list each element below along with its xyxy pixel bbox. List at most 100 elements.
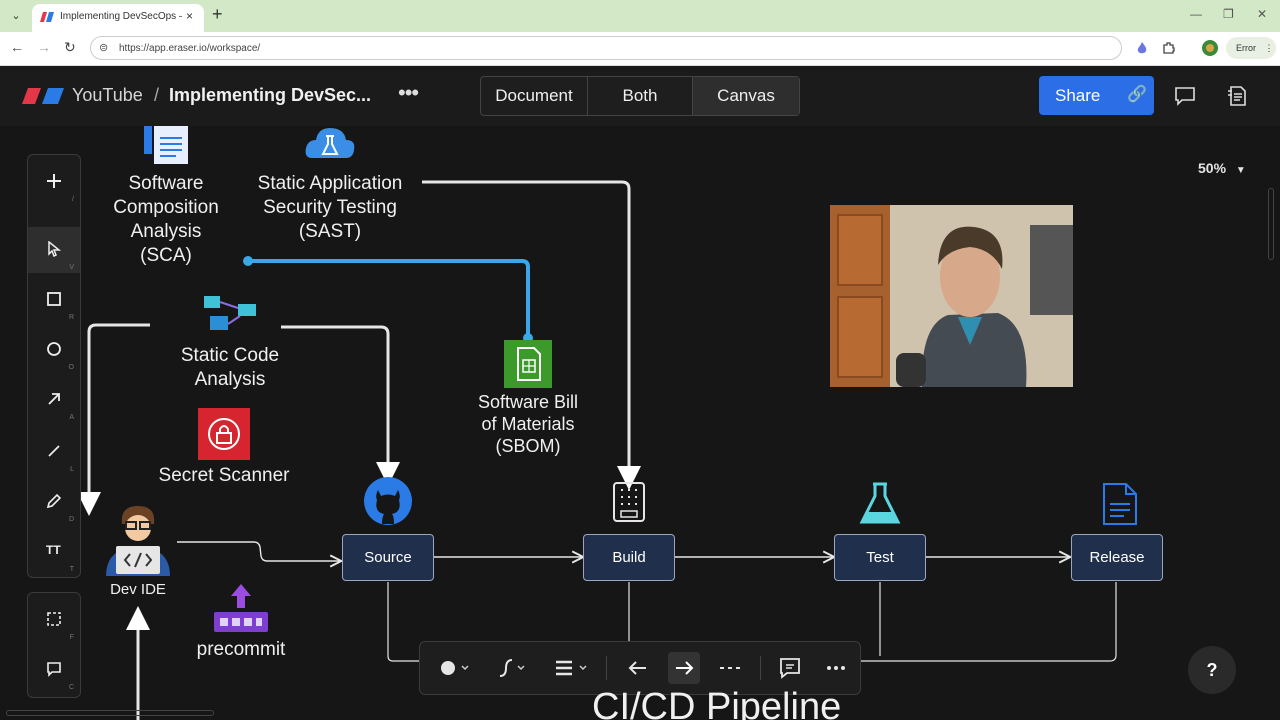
line-icon — [48, 445, 60, 457]
left-toolbar-secondary: F C — [27, 592, 81, 698]
zoom-value: 50% — [1198, 160, 1227, 176]
sast-label-line: Security Testing — [263, 197, 397, 218]
test-node[interactable]: Test — [834, 534, 926, 581]
pencil-tool[interactable]: D — [28, 479, 80, 525]
sbom-label-line: (SBOM) — [495, 436, 561, 456]
tool-shortcut: C — [68, 684, 74, 691]
help-button[interactable]: ? — [1188, 646, 1236, 694]
arrow-tool[interactable]: A — [28, 377, 80, 423]
add-comment-icon[interactable] — [778, 656, 802, 680]
browser-error-badge[interactable]: Error ⋮ — [1226, 37, 1276, 59]
horizontal-scrollbar[interactable] — [6, 710, 214, 716]
frame-tool[interactable]: F — [28, 597, 80, 643]
circle-icon — [47, 342, 61, 356]
window-close-icon[interactable]: ✕ — [1257, 7, 1267, 21]
text-tool[interactable]: TT T — [28, 529, 80, 575]
arrow-start-icon[interactable] — [626, 656, 650, 680]
forward-icon[interactable]: → — [37, 39, 51, 55]
pointer-icon — [48, 241, 62, 257]
connector-handle-start — [243, 256, 253, 266]
more-options-button[interactable]: ••• — [398, 80, 419, 106]
test-flask-icon — [859, 482, 901, 524]
zoom-level[interactable]: 50% ▼ — [1198, 160, 1246, 176]
browser-toolbar: ← → ↻ ⊜ https://app.eraser.io/workspace/… — [0, 32, 1280, 66]
browser-tab[interactable]: Implementing DevSecOps — E × — [32, 4, 204, 32]
reload-icon[interactable]: ↻ — [64, 39, 76, 56]
view-canvas-button[interactable]: Canvas — [693, 77, 799, 115]
site-info-icon[interactable]: ⊜ — [99, 41, 108, 54]
pencil-icon — [46, 493, 62, 509]
static-code-label: Static Code Analysis — [160, 344, 300, 392]
github-icon — [364, 477, 412, 525]
arrow-icon — [48, 393, 60, 405]
eraser-logo-icon[interactable] — [22, 88, 64, 104]
arrow-end-button[interactable] — [668, 652, 700, 684]
build-server-icon — [613, 482, 645, 522]
comment-icon — [47, 662, 61, 677]
extensions-puzzle-icon[interactable] — [1162, 41, 1176, 55]
sca-label-line: Analysis — [130, 221, 202, 242]
rectangle-tool[interactable]: R — [28, 277, 80, 323]
sast-label-line: Static Application — [257, 173, 403, 194]
sbom-document-icon — [504, 340, 552, 388]
profile-avatar-icon[interactable] — [1201, 39, 1219, 57]
address-bar[interactable]: ⊜ https://app.eraser.io/workspace/ — [90, 36, 1122, 60]
document-outline-icon[interactable] — [1226, 84, 1250, 108]
sbom-label-line: Software Bill — [477, 392, 579, 412]
connector-shape-icon[interactable] — [496, 656, 528, 680]
release-document-icon — [1103, 483, 1137, 525]
vertical-scrollbar[interactable] — [1268, 188, 1274, 260]
tab-title: Implementing DevSecOps — E — [60, 11, 182, 22]
arrow-end-icon — [676, 661, 694, 675]
comments-icon[interactable] — [1173, 84, 1197, 108]
tab-search-chevron-icon[interactable]: ⌄ — [6, 6, 26, 26]
static-code-label-line: Analysis — [194, 369, 266, 390]
add-tool[interactable]: / — [28, 159, 80, 205]
browser-tab-bar: ⌄ Implementing DevSecOps — E × + — ❐ ✕ — [0, 0, 1280, 32]
more-horizontal-icon[interactable] — [824, 656, 848, 680]
toolbar-divider — [606, 656, 607, 680]
code-analysis-blocks-icon — [204, 296, 256, 330]
ide-to-source-connector — [177, 541, 340, 561]
line-weight-icon[interactable] — [554, 656, 590, 680]
comment-tool[interactable]: C — [28, 647, 80, 693]
ellipse-tool[interactable]: O — [28, 327, 80, 373]
kebab-menu-icon[interactable]: ⋮ — [1265, 43, 1274, 53]
extension-flame-icon[interactable] — [1136, 41, 1148, 55]
static-code-label-line: Static Code — [180, 345, 280, 366]
copy-link-icon[interactable]: 🔗 — [1127, 84, 1147, 104]
diagram-canvas[interactable]: / V R O A L D TT T F C 50% ▼ Software Co… — [0, 126, 1280, 720]
pipeline-title: CI/CD Pipeline — [592, 686, 842, 720]
document-stack-icon — [144, 126, 188, 164]
view-document-button[interactable]: Document — [481, 77, 588, 115]
rectangle-icon — [47, 292, 61, 306]
color-picker-icon[interactable] — [440, 656, 472, 680]
document-title[interactable]: Implementing DevSec... — [169, 85, 371, 106]
view-both-button[interactable]: Both — [588, 77, 693, 115]
view-toggle: Document Both Canvas — [480, 76, 800, 116]
dev-ide-label: Dev IDE — [110, 581, 166, 598]
share-label: Share — [1055, 86, 1101, 105]
new-tab-button[interactable]: + — [212, 4, 223, 25]
back-icon[interactable]: ← — [10, 39, 24, 55]
app-header: YouTube / Implementing DevSec... ••• Doc… — [0, 66, 1280, 126]
sast-label: Static Application Security Testing (SAS… — [240, 172, 420, 244]
eraser-favicon-icon — [40, 12, 54, 22]
tool-shortcut: A — [69, 414, 74, 421]
dashed-line-icon[interactable] — [718, 656, 742, 680]
release-node[interactable]: Release — [1071, 534, 1163, 581]
url-text[interactable]: https://app.eraser.io/workspace/ — [119, 43, 260, 54]
tab-close-icon[interactable]: × — [186, 9, 193, 23]
precommit-label: precommit — [196, 639, 286, 660]
source-node[interactable]: Source — [342, 534, 434, 581]
restore-icon[interactable]: ❐ — [1223, 7, 1234, 21]
secret-scanner-label: Secret Scanner — [158, 465, 290, 486]
breadcrumb-app[interactable]: YouTube — [72, 85, 143, 106]
minimize-icon[interactable]: — — [1190, 7, 1202, 21]
pipeline-bracket — [387, 582, 420, 662]
line-tool[interactable]: L — [28, 429, 80, 475]
build-node[interactable]: Build — [583, 534, 675, 581]
select-tool[interactable]: V — [28, 227, 80, 273]
tool-shortcut: T — [69, 566, 74, 573]
share-button[interactable]: Share 🔗 — [1039, 76, 1154, 115]
